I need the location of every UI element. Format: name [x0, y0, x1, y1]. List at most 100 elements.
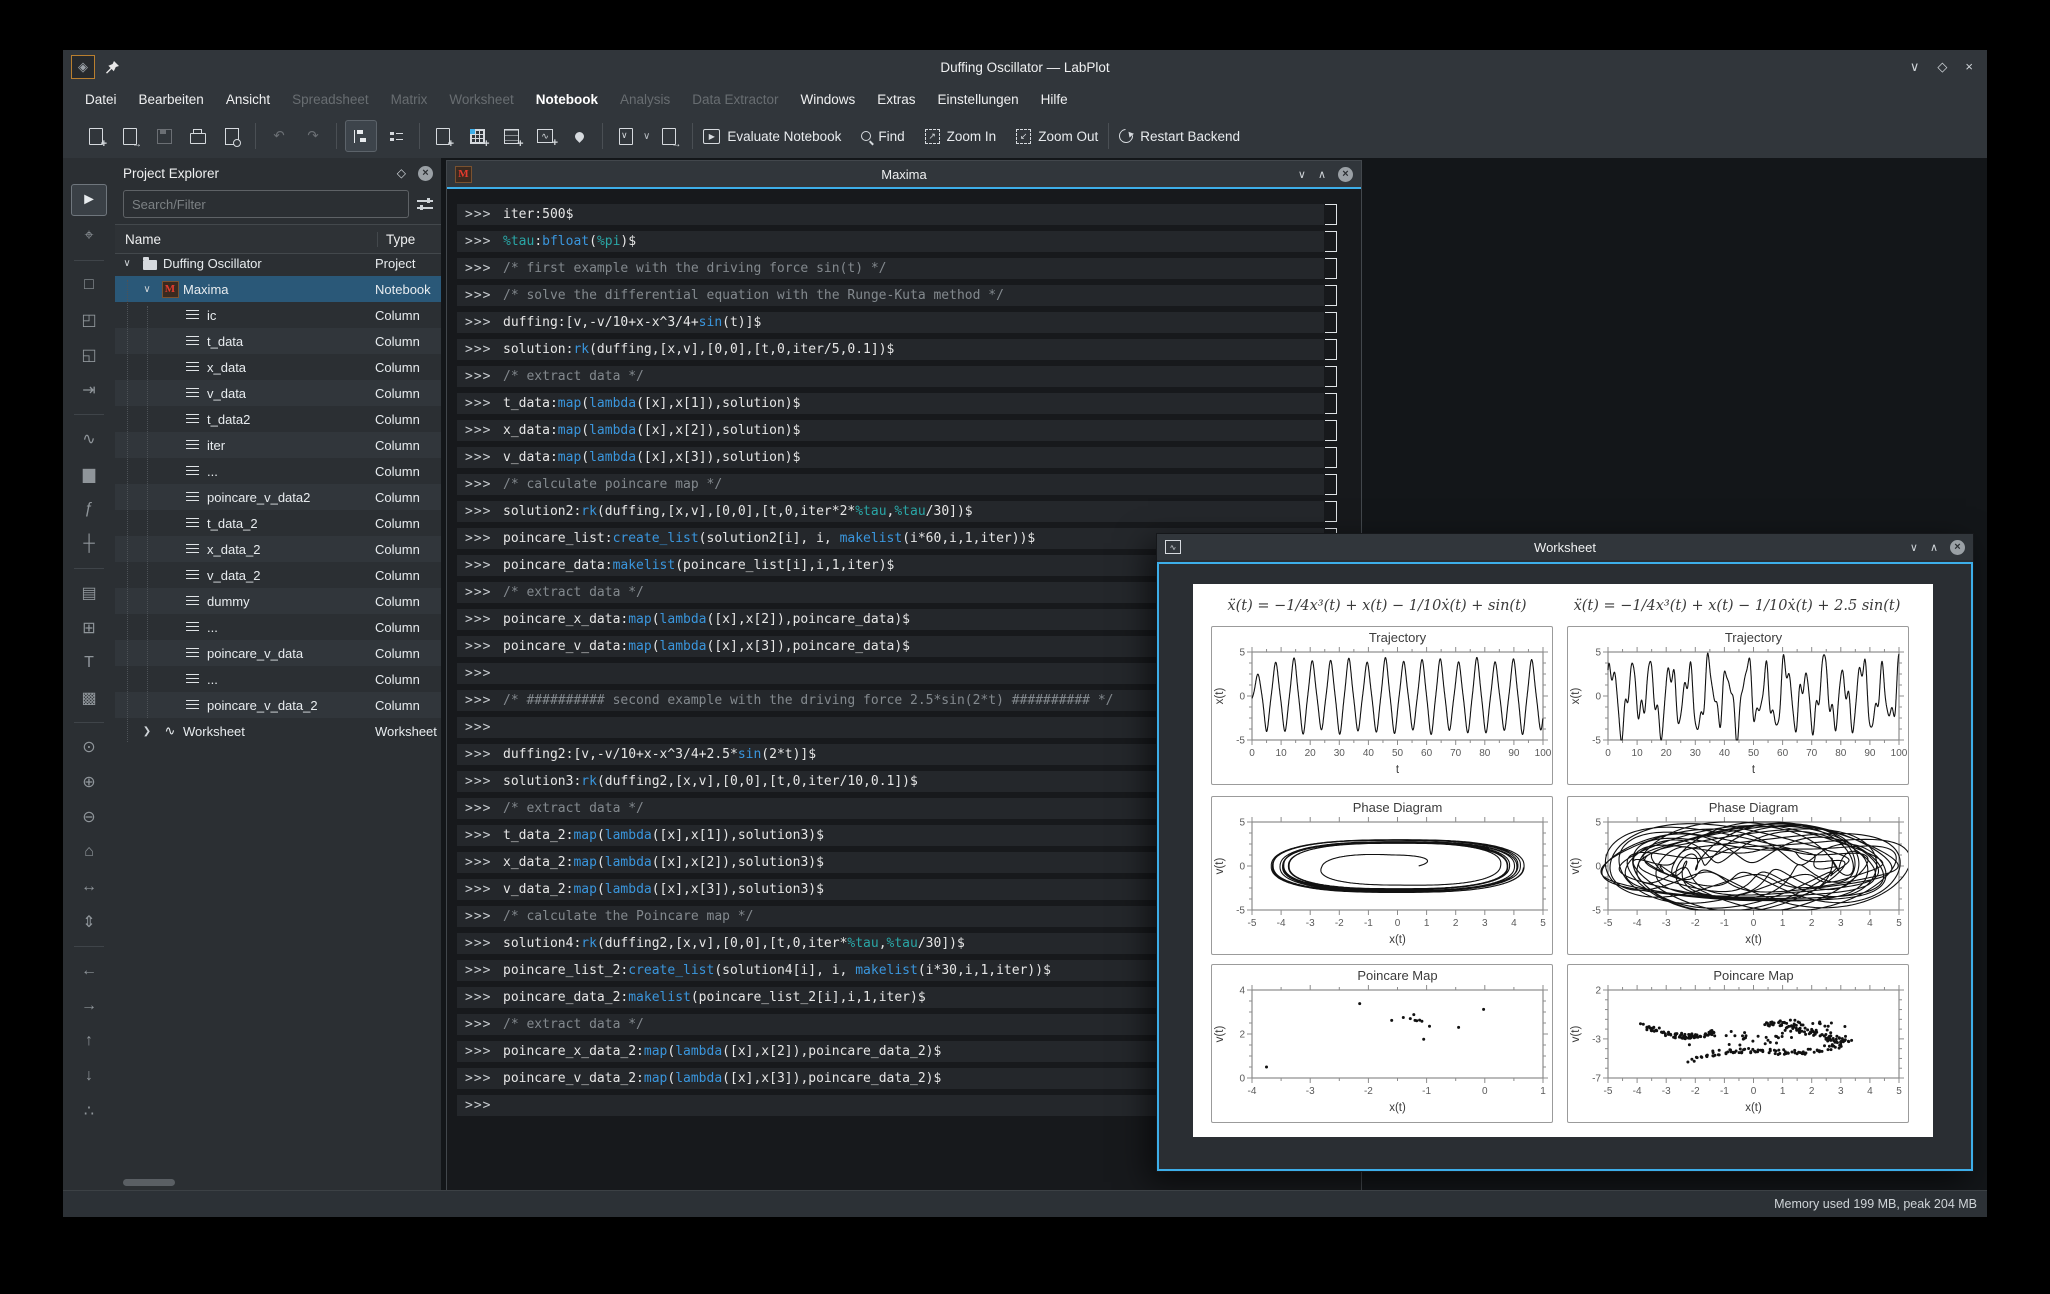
- cell-code[interactable]: x_data_2:map(lambda([x],x[2]),solution3)…: [503, 855, 824, 870]
- cell-code[interactable]: /* first example with the driving force …: [503, 261, 887, 276]
- cell-code[interactable]: /* extract data */: [503, 585, 644, 600]
- menu-extras[interactable]: Extras: [867, 88, 925, 111]
- notebook-cell-12[interactable]: >>>solution2:rk(duffing,[x,v],[0,0],[t,0…: [457, 501, 1324, 522]
- search-input[interactable]: [123, 190, 409, 218]
- tree-item--[interactable]: ...Column: [115, 666, 441, 692]
- cell-code[interactable]: duffing2:[v,-v/10+x-x^3/4+2.5*sin(2*t)]$: [503, 747, 816, 762]
- tree-item--[interactable]: ...Column: [115, 614, 441, 640]
- add-curve-tool-icon[interactable]: ∿: [72, 424, 106, 454]
- maxima-close-button[interactable]: ×: [1338, 167, 1353, 182]
- menu-hilfe[interactable]: Hilfe: [1031, 88, 1078, 111]
- plot-trajectory-2[interactable]: Trajectory0102030405060708090100-505tx(t…: [1567, 626, 1909, 785]
- horizontal-scrollbar[interactable]: [115, 1179, 441, 1187]
- cell-code[interactable]: poincare_v_data_2:map(lambda([x],x[3]),p…: [503, 1071, 941, 1086]
- collapse-chevron-icon[interactable]: ∨: [121, 258, 133, 269]
- tree-item-duffing-oscillator[interactable]: ∨Duffing OscillatorProject: [115, 250, 441, 276]
- cell-code[interactable]: /* extract data */: [503, 801, 644, 816]
- plot-poincare-map-1[interactable]: Poincare Map-4-3-2-101024x(t)v(t): [1211, 964, 1553, 1123]
- maximize-button[interactable]: ◇: [1937, 59, 1947, 75]
- notebook-cell-3[interactable]: >>>/* first example with the driving for…: [457, 258, 1324, 279]
- zoom-out-button[interactable]: ↙ Zoom Out: [1006, 121, 1108, 151]
- menu-notebook[interactable]: Notebook: [526, 88, 608, 111]
- add-histogram-tool-icon[interactable]: ▆: [72, 459, 106, 489]
- close-button[interactable]: ×: [1965, 59, 1973, 75]
- cell-code[interactable]: v_data:map(lambda([x],x[3]),solution)$: [503, 450, 800, 465]
- crosshair-tool-icon[interactable]: ⌖: [72, 221, 106, 251]
- plot-phase-diagram-1[interactable]: Phase Diagram-5-4-3-2-1012345-505x(t)v(t…: [1211, 796, 1553, 955]
- select-region-tool-icon[interactable]: □: [72, 270, 106, 300]
- cell-code[interactable]: /* solve the differential equation with …: [503, 288, 1004, 303]
- cell-code[interactable]: t_data_2:map(lambda([x],x[1]),solution3)…: [503, 828, 824, 843]
- tree-item-t-data-2[interactable]: t_data_2Column: [115, 510, 441, 536]
- zoom-origin-tool-icon[interactable]: ⌂: [72, 837, 106, 867]
- worksheet-close-button[interactable]: ×: [1950, 540, 1965, 555]
- cell-code[interactable]: poincare_x_data:map(lambda([x],x[2]),poi…: [503, 612, 910, 627]
- tree-item-iter[interactable]: iterColumn: [115, 432, 441, 458]
- new-worksheet-button[interactable]: ∿: [530, 121, 560, 151]
- menu-windows[interactable]: Windows: [791, 88, 866, 111]
- cell-code[interactable]: poincare_data:makelist(poincare_list[i],…: [503, 558, 894, 573]
- worksheet-minimize-button[interactable]: ∨: [1910, 541, 1918, 554]
- add-plot-tool-icon[interactable]: ⊞: [72, 613, 106, 643]
- print-button[interactable]: [183, 121, 213, 151]
- notebook-cell-4[interactable]: >>>/* solve the differential equation wi…: [457, 285, 1324, 306]
- new-datapicker-button[interactable]: [564, 121, 594, 151]
- export-button[interactable]: [654, 121, 684, 151]
- menu-einstellungen[interactable]: Einstellungen: [928, 88, 1029, 111]
- cell-code[interactable]: solution3:rk(duffing2,[x,v],[0,0],[t,0,i…: [503, 774, 918, 789]
- shift-tool-icon[interactable]: ⇥: [72, 375, 106, 405]
- new-project-button[interactable]: [81, 121, 111, 151]
- notebook-cell-11[interactable]: >>>/* calculate poincare map */: [457, 474, 1324, 495]
- plot-trajectory-1[interactable]: Trajectory0102030405060708090100-505tx(t…: [1211, 626, 1553, 785]
- zoom-x-region-tool-icon[interactable]: ◰: [72, 305, 106, 335]
- shift-down-y-tool-icon[interactable]: ↓: [72, 1061, 106, 1091]
- shift-left-x-tool-icon[interactable]: ←: [72, 956, 106, 986]
- collapse-chevron-icon[interactable]: ∨: [141, 284, 153, 295]
- tree-item-poincare-v-data-2[interactable]: poincare_v_data_2Column: [115, 692, 441, 718]
- print-preview-button[interactable]: [217, 121, 247, 151]
- pin-icon[interactable]: [105, 60, 120, 75]
- notebook-cell-10[interactable]: >>>v_data:map(lambda([x],x[3]),solution)…: [457, 447, 1324, 468]
- tree-item-worksheet[interactable]: ❯∿WorksheetWorksheet: [115, 718, 441, 744]
- maxima-maximize-button[interactable]: ∧: [1318, 168, 1326, 181]
- cell-code[interactable]: iter:500$: [503, 207, 573, 222]
- select-tool-icon[interactable]: ►: [71, 184, 107, 216]
- tree-item-v-data-2[interactable]: v_data_2Column: [115, 562, 441, 588]
- tree-item-maxima[interactable]: ∨MMaximaNotebook: [115, 276, 441, 302]
- cell-code[interactable]: /* extract data */: [503, 369, 644, 384]
- cell-code[interactable]: t_data:map(lambda([x],x[1]),solution)$: [503, 396, 800, 411]
- add-equation-curve-tool-icon[interactable]: ƒ: [72, 494, 106, 524]
- cell-code[interactable]: x_data:map(lambda([x],x[2]),solution)$: [503, 423, 800, 438]
- notebook-cell-5[interactable]: >>>duffing:[v,-v/10+x-x^3/4+sin(t)]$: [457, 312, 1324, 333]
- tree-item-ic[interactable]: icColumn: [115, 302, 441, 328]
- find-button[interactable]: Find: [851, 121, 914, 151]
- cell-code[interactable]: solution2:rk(duffing,[x,v],[0,0],[t,0,it…: [503, 504, 973, 519]
- tree-item-v-data[interactable]: v_dataColumn: [115, 380, 441, 406]
- plot-phase-diagram-2[interactable]: Phase Diagram-5-4-3-2-1012345-505x(t)v(t…: [1567, 796, 1909, 955]
- new-matrix-button[interactable]: [496, 121, 526, 151]
- add-text-label-tool-icon[interactable]: T: [72, 648, 106, 678]
- notebook-cell-7[interactable]: >>>/* extract data */: [457, 366, 1324, 387]
- plot-poincare-map-2[interactable]: Poincare Map-5-4-3-2-10123452-3-7x(t)v(t…: [1567, 964, 1909, 1123]
- menu-ansicht[interactable]: Ansicht: [216, 88, 280, 111]
- cell-code[interactable]: poincare_data_2:makelist(poincare_list_2…: [503, 990, 926, 1005]
- evaluate-notebook-button[interactable]: ▶ Evaluate Notebook: [693, 121, 851, 151]
- worksheet-view[interactable]: ẍ(t) = −1/4x³(t) + x(t) − 1/10ẋ(t) + sin…: [1157, 562, 1973, 1171]
- shift-right-x-tool-icon[interactable]: →: [72, 991, 106, 1021]
- cell-code[interactable]: /* calculate poincare map */: [503, 477, 722, 492]
- zoom-fit-x-tool-icon[interactable]: ↔: [72, 872, 106, 902]
- expand-chevron-icon[interactable]: ❯: [141, 726, 153, 737]
- add-image-tool-icon[interactable]: ▩: [72, 683, 106, 713]
- tree-item-x-data[interactable]: x_dataColumn: [115, 354, 441, 380]
- notebook-cell-8[interactable]: >>>t_data:map(lambda([x],x[1]),solution)…: [457, 393, 1324, 414]
- notebook-cell-6[interactable]: >>>solution:rk(duffing,[x,v],[0,0],[t,0,…: [457, 339, 1324, 360]
- open-project-button[interactable]: [115, 121, 145, 151]
- cell-code[interactable]: solution:rk(duffing,[x,v],[0,0],[t,0,ite…: [503, 342, 894, 357]
- more-tools-icon[interactable]: ∴: [72, 1096, 106, 1126]
- tree-item-poincare-v-data2[interactable]: poincare_v_data2Column: [115, 484, 441, 510]
- tree-item--[interactable]: ...Column: [115, 458, 441, 484]
- cell-code[interactable]: /* extract data */: [503, 1017, 644, 1032]
- close-panel-icon[interactable]: ×: [418, 166, 433, 181]
- cell-code[interactable]: v_data_2:map(lambda([x],x[3]),solution3)…: [503, 882, 824, 897]
- menu-datei[interactable]: Datei: [75, 88, 127, 111]
